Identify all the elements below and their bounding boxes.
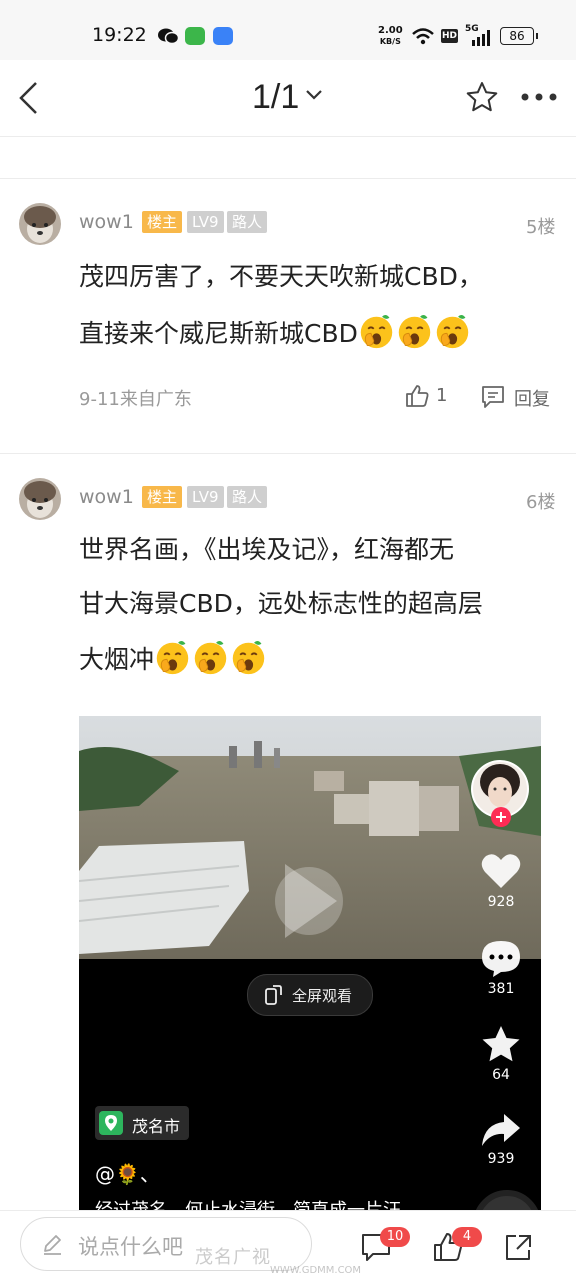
avatar[interactable] <box>19 478 61 520</box>
fullscreen-button[interactable]: 全屏观看 <box>247 974 373 1016</box>
content-line: 甘大海景CBD，远处标志性的超高层 <box>79 589 483 618</box>
video-comment-count: 381 <box>487 981 515 997</box>
owner-badge: 楼主 <box>142 486 183 508</box>
chat-app-icon <box>213 27 233 45</box>
yawning-face-emoji <box>156 641 189 675</box>
video-embed[interactable]: 全屏观看 928 381 64 939 茂名市 @🌻、 经过茂名，何止水浸街，简… <box>79 716 541 1210</box>
star-icon[interactable] <box>480 1024 522 1064</box>
messages-app-icon <box>185 27 205 45</box>
signal-icon <box>472 30 490 46</box>
floor-number: 6楼 <box>526 492 556 513</box>
avatar[interactable] <box>19 203 61 245</box>
video-favorite-count: 64 <box>492 1067 510 1083</box>
heart-icon[interactable] <box>480 851 522 891</box>
chevron-down-icon[interactable] <box>304 88 324 102</box>
yawning-face-emoji <box>194 641 227 675</box>
video-caption: 经过茂名，何止水浸街，简直成一片汪 <box>95 1196 401 1210</box>
post-floor-5: wow1 楼主 LV9 路人 5楼 茂四厉害了，不要天天吹新城CBD， 直接来个… <box>0 178 576 453</box>
music-disc[interactable] <box>473 1190 541 1210</box>
follow-plus-icon[interactable] <box>490 806 512 828</box>
comment-bubble-icon[interactable] <box>480 938 522 978</box>
star-icon[interactable] <box>465 80 499 114</box>
like-count[interactable]: 1 <box>436 385 447 406</box>
fullscreen-label: 全屏观看 <box>292 987 353 1005</box>
watermark: 茂名广视 <box>195 1247 271 1268</box>
role-badge: 路人 <box>227 486 268 508</box>
page-indicator[interactable]: 1/1 <box>252 78 299 117</box>
role-badge: 路人 <box>227 211 268 233</box>
yawning-emoji-group <box>154 641 268 675</box>
comment-count-badge: 10 <box>380 1227 410 1247</box>
owner-badge: 楼主 <box>142 211 183 233</box>
post-content: 世界名画，《出埃及记》，红海都无 甘大海景CBD，远处标志性的超高层 大烟冲 <box>79 523 549 689</box>
comment-placeholder: 说点什么吧 <box>78 1235 183 1259</box>
location-pin-icon <box>99 1111 123 1135</box>
status-bar: 19:22 2.00 KB/S HD 5G 86 <box>0 0 576 60</box>
more-icon[interactable] <box>520 92 560 102</box>
yawning-face-emoji <box>360 315 393 349</box>
username[interactable]: wow1 <box>79 211 134 233</box>
post-meta: 9-11来自广东 <box>79 389 192 410</box>
thumbs-up-icon[interactable] <box>404 383 430 409</box>
share-arrow-icon[interactable] <box>480 1110 522 1150</box>
status-time: 19:22 <box>92 24 147 46</box>
back-arrow-icon[interactable] <box>16 80 40 116</box>
share-icon[interactable] <box>502 1231 534 1263</box>
top-nav-bar: 1/1 <box>0 60 576 137</box>
video-like-count: 928 <box>487 894 515 910</box>
reply-button[interactable]: 回复 <box>514 385 550 411</box>
video-share-count: 939 <box>487 1151 515 1167</box>
pencil-icon <box>44 1235 61 1255</box>
location-tag[interactable]: 茂名市 <box>95 1106 189 1140</box>
like-count-badge: 4 <box>452 1227 482 1247</box>
content-line-with-emoji: 大烟冲 <box>79 631 549 689</box>
content-line-with-emoji: 直接来个威尼斯新城CBD <box>79 305 549 362</box>
content-line: 世界名画，《出埃及记》，红海都无 <box>79 535 455 564</box>
username[interactable]: wow1 <box>79 486 134 508</box>
reply-icon[interactable] <box>480 384 506 410</box>
yawning-face-emoji <box>398 315 431 349</box>
fullscreen-icon <box>265 985 282 1005</box>
level-badge: LV9 <box>187 211 224 233</box>
watermark-url: WWW.GDMM.COM <box>270 1265 362 1276</box>
net-speed: 2.00 KB/S <box>378 25 403 46</box>
content-line: 茂四厉害了，不要天天吹新城CBD， <box>79 262 483 291</box>
location-label: 茂名市 <box>132 1117 181 1136</box>
wechat-icon <box>158 28 179 45</box>
wifi-icon <box>412 28 434 45</box>
bottom-action-bar: 说点什么吧 茂名广视 WWW.GDMM.COM 10 4 <box>0 1210 576 1281</box>
hd-badge: HD <box>441 29 458 43</box>
level-badge: LV9 <box>187 486 224 508</box>
video-caption-author[interactable]: @🌻、 <box>95 1158 160 1187</box>
play-icon[interactable] <box>275 856 345 946</box>
yawning-face-emoji <box>232 641 265 675</box>
post-content: 茂四厉害了，不要天天吹新城CBD， 直接来个威尼斯新城CBD <box>79 248 549 362</box>
battery-indicator: 86 <box>500 27 538 45</box>
yawning-face-emoji <box>436 315 469 349</box>
yawning-emoji-group <box>358 315 472 349</box>
floor-number: 5楼 <box>526 217 556 238</box>
